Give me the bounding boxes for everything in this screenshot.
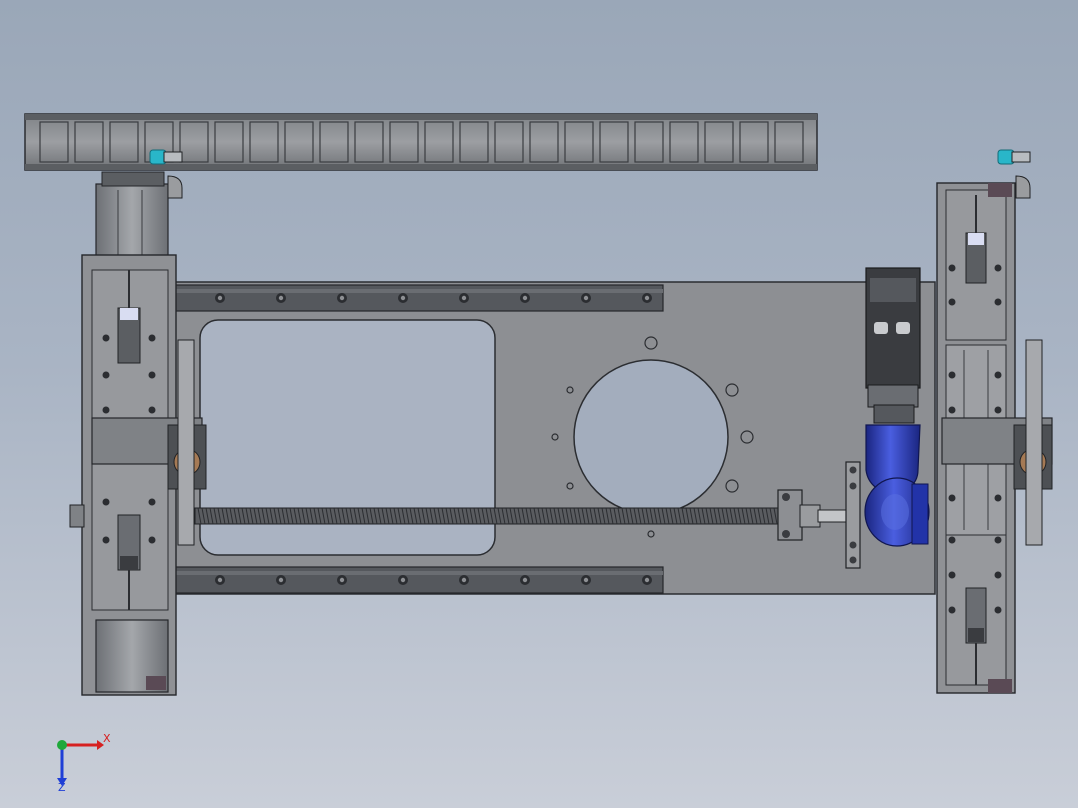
cylinder-bolt	[102, 406, 110, 414]
linear-rail-bottom	[174, 566, 664, 594]
cylinder-bolt	[994, 298, 1002, 306]
cylinder-bolt	[148, 498, 156, 506]
cylinder-bolt	[948, 494, 956, 502]
coordinate-triad[interactable]: X Z	[57, 732, 111, 794]
cad-viewport[interactable]: X Z	[0, 0, 1078, 808]
linear-rail-top	[174, 284, 664, 312]
cylinder-bolt	[102, 334, 110, 342]
y-axis-dot	[57, 740, 67, 750]
cylinder-bolt	[148, 334, 156, 342]
cylinder-bolt	[948, 571, 956, 579]
cad-assembly-drawing: X Z	[24, 113, 1053, 794]
cylinder-bolt	[994, 406, 1002, 414]
cylinder-bolt	[948, 298, 956, 306]
cylinder-bolt	[994, 606, 1002, 614]
cable-drag-chain	[24, 113, 818, 171]
x-axis-label: X	[103, 732, 111, 745]
cylinder-bolt	[102, 371, 110, 379]
z-axis-label: Z	[58, 781, 66, 794]
cylinder-bolt	[102, 498, 110, 506]
cylinder-bolt	[948, 536, 956, 544]
cylinder-bolt	[994, 371, 1002, 379]
cylinder-bolt	[994, 571, 1002, 579]
cylinder-bolt	[994, 536, 1002, 544]
cylinder-bolt	[994, 494, 1002, 502]
cylinder-bolt	[148, 406, 156, 414]
base-plate	[174, 281, 936, 595]
cylinder-bolt	[948, 371, 956, 379]
cylinder-bolt	[948, 406, 956, 414]
cylinder-bolt	[148, 371, 156, 379]
cylinder-bolt	[994, 264, 1002, 272]
cylinder-bolt	[148, 536, 156, 544]
cylinder-bolt	[102, 536, 110, 544]
right-guide-cylinder-assembly	[936, 182, 1053, 694]
cylinder-bolt	[948, 606, 956, 614]
left-guide-cylinder-assembly	[69, 171, 207, 696]
cylinder-bolt	[948, 264, 956, 272]
